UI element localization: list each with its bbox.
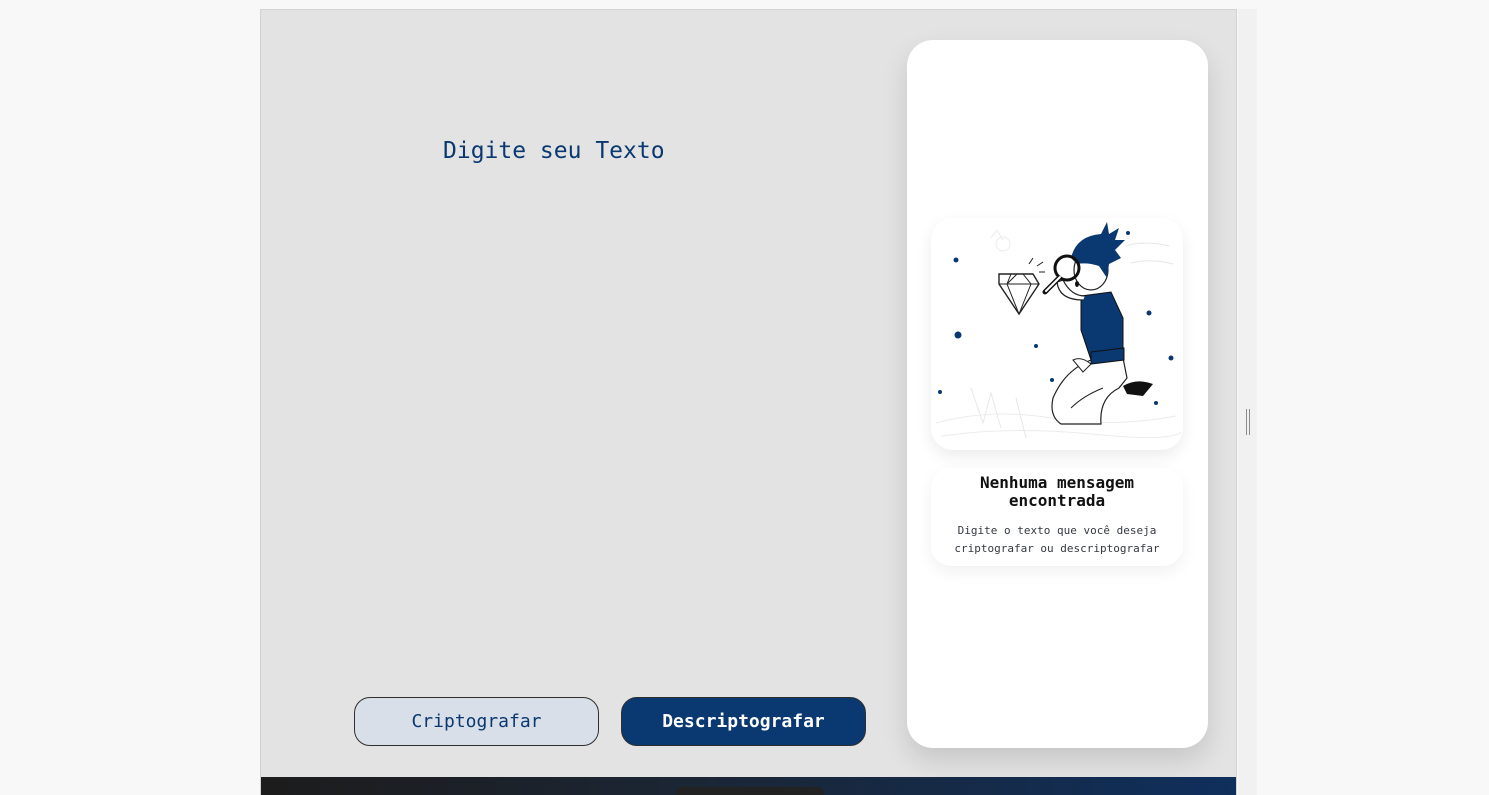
empty-message-subtitle: Digite o texto que você deseja criptogra… <box>954 524 1160 555</box>
window-edge-strip <box>1238 9 1257 795</box>
footer-pill <box>676 787 824 795</box>
decrypt-button[interactable]: Descriptografar <box>621 697 866 746</box>
output-card: Nenhuma mensagem encontrada Digite o tex… <box>907 40 1208 748</box>
footer-bar <box>261 777 1236 795</box>
person-magnifying-glass-diamond-illustration <box>931 218 1183 450</box>
resize-handle[interactable] <box>1245 409 1251 435</box>
text-input[interactable] <box>443 138 883 658</box>
empty-message-title: Nenhuma mensagem encontrada <box>979 473 1135 510</box>
empty-message-box: Nenhuma mensagem encontrada Digite o tex… <box>931 468 1183 566</box>
encrypt-button[interactable]: Criptografar <box>354 697 599 746</box>
app-frame: Criptografar Descriptografar <box>260 9 1237 795</box>
